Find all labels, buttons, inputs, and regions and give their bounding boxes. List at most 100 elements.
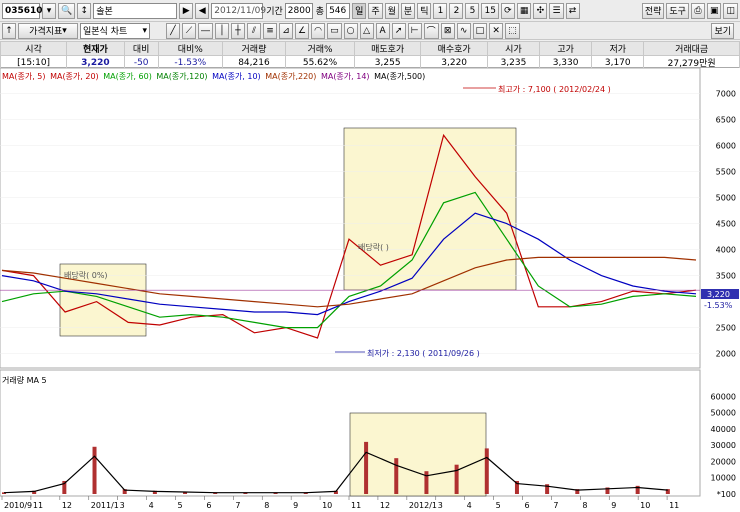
link-icon[interactable]: ⇄ bbox=[565, 2, 580, 19]
collapse-icon[interactable]: ↑ bbox=[2, 22, 16, 39]
quote-header: 저가 bbox=[591, 41, 645, 56]
angle-tool-icon[interactable]: ∠ bbox=[295, 22, 310, 39]
price-tick-label: 5000 bbox=[716, 194, 736, 203]
arrow-tool-icon[interactable]: ➚ bbox=[391, 22, 406, 39]
refresh-icon[interactable]: ⟳ bbox=[500, 2, 515, 19]
x-tick-label: 11 bbox=[33, 501, 43, 510]
grid-icon[interactable]: ▦ bbox=[516, 2, 532, 19]
highlight-box bbox=[343, 127, 517, 291]
legend-item: MA(종가, 60) bbox=[103, 72, 152, 81]
count-input[interactable]: 546 bbox=[326, 2, 351, 19]
select-tool-icon[interactable]: ⬚ bbox=[505, 22, 520, 39]
capture-icon[interactable]: ◫ bbox=[723, 2, 738, 19]
volume-tick-label: 60000 bbox=[711, 392, 736, 401]
price-tag: 3,220 bbox=[707, 290, 730, 299]
chart-area[interactable]: 7000 6500 6000 5500 5000 4500 4000 3500 2500 2000… bbox=[0, 68, 740, 512]
line-tool-icon[interactable]: ╱ bbox=[166, 22, 180, 39]
indicator-button-label: 가격지표 bbox=[29, 27, 63, 37]
x-tick-label: 4 bbox=[467, 501, 472, 510]
list-icon[interactable]: ☰ bbox=[549, 2, 564, 19]
quote-header: 시가 bbox=[486, 41, 541, 56]
stock-code-input[interactable]: 035610 bbox=[2, 2, 43, 19]
channel-tool-icon[interactable]: ⫽ bbox=[247, 22, 261, 39]
x-tick-label: 9 bbox=[293, 501, 298, 510]
strategy-button[interactable]: 전략 bbox=[641, 2, 665, 19]
circle-tool-icon[interactable]: ○ bbox=[343, 22, 358, 39]
period-month-button[interactable]: 월 bbox=[384, 2, 399, 19]
price-tick-label: 5500 bbox=[716, 168, 736, 177]
quote-table: 시각 현재가 대비 대비% 거래량 거래% 매도호가 매수호가 시가 고가 저가… bbox=[0, 41, 740, 70]
volume-bar bbox=[92, 446, 97, 494]
rect-tool-icon[interactable]: ▭ bbox=[327, 22, 342, 39]
stock-name-field[interactable]: 솔본 bbox=[93, 2, 178, 19]
x-tick-label: 2011/1 bbox=[91, 501, 119, 510]
fan-tool-icon[interactable]: ⊿ bbox=[279, 22, 293, 39]
gann-tool-icon[interactable]: ⊠ bbox=[440, 22, 455, 39]
x-tick-label: 9 bbox=[611, 501, 616, 510]
x-tick-label: 10 bbox=[640, 501, 650, 510]
price-tick-label: 3500 bbox=[716, 272, 736, 281]
chart-type-select[interactable]: 일본식 차트 ▾ bbox=[80, 22, 150, 39]
period-5-button[interactable]: 5 bbox=[465, 2, 480, 19]
settings-icon[interactable]: ✣ bbox=[533, 2, 548, 19]
volume-tick-label: 10000 bbox=[711, 474, 736, 483]
search-icon[interactable]: 🔍 bbox=[58, 2, 76, 19]
legend-item: MA(종가, 5) bbox=[2, 72, 46, 81]
price-tick-label: 2000 bbox=[716, 350, 736, 359]
save-icon[interactable]: ▣ bbox=[706, 2, 722, 19]
x-tick-label: 3 bbox=[438, 501, 443, 510]
period-input[interactable]: 2800 bbox=[284, 2, 313, 19]
period-15-button[interactable]: 15 bbox=[481, 2, 499, 19]
price-tick-label: 6500 bbox=[716, 116, 736, 125]
period-day-button[interactable]: 일 bbox=[352, 2, 367, 19]
quote-header: 매수호가 bbox=[420, 41, 488, 56]
pct-tag: -1.53% bbox=[704, 301, 733, 310]
volume-bar bbox=[394, 458, 399, 494]
trend-tool-icon[interactable]: ⟋ bbox=[182, 22, 196, 39]
text-tool-icon[interactable]: A bbox=[375, 22, 390, 39]
cross-tool-icon[interactable]: ┼ bbox=[231, 22, 245, 39]
price-tick-label: 4000 bbox=[716, 246, 736, 255]
quote-header: 매도호가 bbox=[353, 41, 422, 56]
price-tick-label: 2500 bbox=[716, 324, 736, 333]
price-tick-label: 6000 bbox=[716, 142, 736, 151]
quote-header-row: 시각 현재가 대비 대비% 거래량 거래% 매도호가 매수호가 시가 고가 저가… bbox=[0, 41, 740, 56]
period-2-button[interactable]: 2 bbox=[449, 2, 464, 19]
price-tick-label: 7000 bbox=[716, 90, 736, 99]
vertical-tool-icon[interactable]: │ bbox=[215, 22, 229, 39]
period-tick-button[interactable]: 틱 bbox=[417, 2, 432, 19]
x-tick-label: 7 bbox=[235, 501, 240, 510]
period-week-button[interactable]: 주 bbox=[368, 2, 383, 19]
period-1-button[interactable]: 1 bbox=[433, 2, 448, 19]
adjust-icon[interactable]: ↕ bbox=[77, 2, 92, 19]
volume-tick-label: 20000 bbox=[711, 457, 736, 466]
triangle-tool-icon[interactable]: △ bbox=[359, 22, 374, 39]
delete-tool-icon[interactable]: ✕ bbox=[489, 22, 504, 39]
indicator-button[interactable]: 가격지표 ▾ bbox=[18, 22, 78, 39]
legend-item: MA(종가,220) bbox=[265, 72, 317, 81]
legend-item: MA(종가,120) bbox=[156, 72, 208, 81]
play-icon[interactable]: ▶ bbox=[179, 2, 194, 19]
period-tool-icon[interactable]: ⊢ bbox=[407, 22, 422, 39]
date-field[interactable]: 2012/11/09 bbox=[211, 2, 266, 19]
horizontal-tool-icon[interactable]: ― bbox=[198, 22, 213, 39]
square-tool-icon[interactable]: □ bbox=[472, 22, 488, 39]
print-icon[interactable]: ⎙ bbox=[690, 2, 705, 19]
drawing-toolbar: ↑ 가격지표 ▾ 일본식 차트 ▾ ╱ ⟋ ― │ ┼ ⫽ ≡ ⊿ ∠ ◠ ▭ ○ … bbox=[0, 22, 740, 40]
x-tick-label: 6 bbox=[206, 501, 211, 510]
dropdown-icon[interactable]: ▾ bbox=[42, 2, 56, 19]
period-minute-button[interactable]: 분 bbox=[400, 2, 416, 19]
x-tick-label: 11 bbox=[669, 501, 679, 510]
tools-button[interactable]: 도구 bbox=[666, 2, 689, 19]
fibo-tool-icon[interactable]: ≡ bbox=[263, 22, 277, 39]
x-tick-label: 11 bbox=[351, 501, 361, 510]
view-button[interactable]: 보기 bbox=[711, 22, 734, 39]
wave-tool-icon[interactable]: ∿ bbox=[456, 22, 471, 39]
volume-bar bbox=[454, 464, 459, 494]
legend-item: MA(종가, 20) bbox=[50, 72, 99, 81]
cycle-tool-icon[interactable]: ⌒ bbox=[423, 22, 439, 39]
back-icon[interactable]: ◀ bbox=[195, 2, 210, 19]
price-chart[interactable]: 7000 6500 6000 5500 5000 4500 4000 3500 2500 2000… bbox=[0, 68, 740, 512]
arc-tool-icon[interactable]: ◠ bbox=[311, 22, 326, 39]
x-tick-label: 10 bbox=[322, 501, 332, 510]
